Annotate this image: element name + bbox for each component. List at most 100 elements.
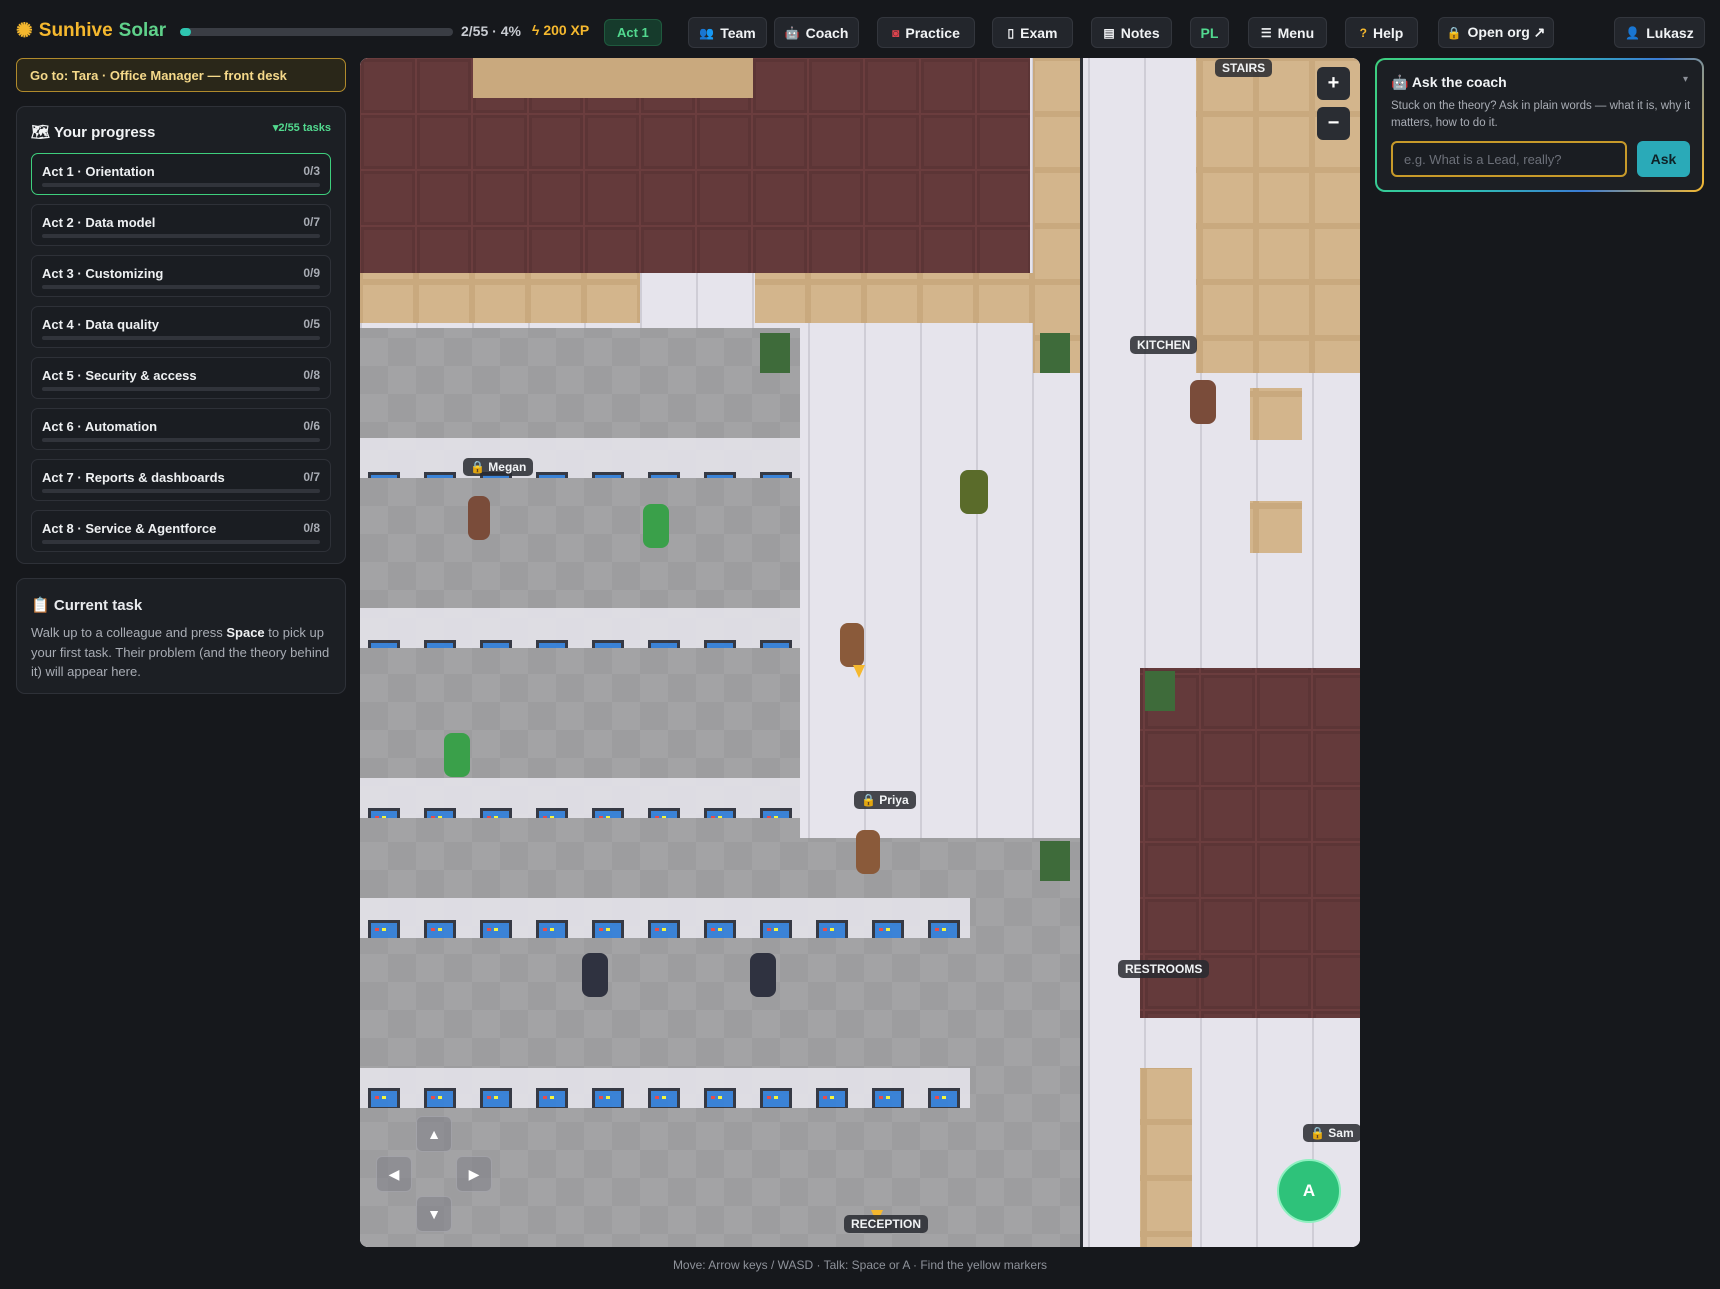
language-button[interactable]: PL — [1190, 17, 1229, 48]
room-label-kitchen: KITCHEN — [1130, 336, 1198, 354]
coach-title: 🤖 Ask the coach — [1391, 74, 1507, 91]
coach-question-input[interactable] — [1391, 141, 1627, 177]
dpad-up-button[interactable]: ▲ — [416, 1116, 452, 1152]
exam-button[interactable]: ▯ Exam — [992, 17, 1073, 48]
person-icon: 👤 — [1625, 25, 1641, 40]
open-org-button[interactable]: 🔒 Open org ↗ — [1438, 17, 1554, 48]
npc-label-priya[interactable]: 🔒 Priya — [854, 791, 916, 809]
brand-name: Sunhive — [38, 19, 113, 41]
lock-icon: 🔒 — [1446, 25, 1462, 40]
coach-panel: 🤖 Ask the coach ▾ Stuck on the theory? A… — [1375, 58, 1704, 192]
act-progress-bar — [42, 438, 320, 442]
current-task-panel: 📋 Current task Walk up to a colleague an… — [16, 578, 346, 694]
npc-name: Priya — [879, 793, 909, 807]
xp-counter: ϟ 200 XP — [532, 22, 589, 38]
game-map[interactable]: STAIRS KITCHEN RESTROOMS RECEPTION 🔒 Meg… — [360, 58, 1360, 1247]
sun-icon: ✺ — [16, 20, 33, 42]
open-org-label: Open org ↗ — [1467, 24, 1546, 40]
act-item[interactable]: Act 8 · Service & Agentforce 0/8 — [31, 510, 331, 552]
user-label: Lukasz — [1646, 24, 1694, 41]
top-bar: ✺ Sunhive Solar 2/55 · 4% ϟ 200 XP Act 1… — [0, 0, 1720, 56]
act-item[interactable]: Act 4 · Data quality 0/5 — [31, 306, 331, 348]
act-count: 0/5 — [303, 317, 320, 331]
progress-title-text: Your progress — [53, 124, 156, 141]
progress-summary-text: 2/55 tasks — [278, 122, 331, 134]
act-progress-bar — [42, 285, 320, 289]
goto-banner: Go to: Tara · Office Manager — front des… — [16, 58, 346, 92]
zoom-in-button[interactable]: + — [1317, 67, 1350, 100]
act-count: 0/8 — [303, 521, 320, 535]
menu-button[interactable]: ☰ Menu — [1248, 17, 1327, 48]
exam-label: Exam — [1020, 24, 1058, 41]
act-count: 0/8 — [303, 368, 320, 382]
map-icon: 🗺 — [31, 124, 51, 141]
team-label: Team — [720, 24, 756, 41]
progress-summary: ▾2/55 tasks — [272, 122, 331, 134]
task-text-a: Walk up to a colleague and press — [31, 625, 227, 640]
act-count: 0/9 — [303, 266, 320, 280]
robot-icon: 🤖 — [784, 25, 800, 40]
brand-subname: Solar — [118, 19, 167, 41]
menu-label: Menu — [1277, 24, 1315, 41]
help-button[interactable]: ? Help — [1345, 17, 1418, 48]
notepad-icon: ▤ — [1103, 25, 1115, 40]
act-label: Act 6 · Automation — [42, 419, 158, 434]
coach-title-text: Ask the coach — [1411, 74, 1507, 90]
act-progress-bar — [42, 234, 320, 238]
room-label-stairs: STAIRS — [1215, 59, 1273, 77]
team-button[interactable]: 👥 Team — [688, 17, 767, 48]
act-badge: Act 1 — [604, 19, 662, 46]
dpad-right-button[interactable]: ▶ — [456, 1156, 492, 1192]
progress-text: 2/55 · 4% — [461, 23, 521, 39]
practice-button[interactable]: ◙ Practice — [877, 17, 975, 48]
question-icon: ? — [1359, 25, 1367, 40]
act-item[interactable]: Act 5 · Security & access 0/8 — [31, 357, 331, 399]
dpad-down-button[interactable]: ▼ — [416, 1196, 452, 1232]
act-count: 0/3 — [303, 164, 320, 178]
controls-hint: Move: Arrow keys / WASD · Talk: Space or… — [672, 1258, 1048, 1272]
user-button[interactable]: 👤 Lukasz — [1614, 17, 1705, 48]
act-count: 0/6 — [303, 419, 320, 433]
act-label: Act 4 · Data quality — [42, 317, 160, 332]
act-label: Act 3 · Customizing — [42, 266, 164, 281]
progress-title: 🗺 Your progress — [31, 123, 155, 141]
act-label: Act 2 · Data model — [42, 215, 156, 230]
notes-label: Notes — [1120, 24, 1160, 41]
progress-fill — [180, 28, 191, 36]
coach-label: Coach — [805, 24, 849, 41]
act-progress-bar — [42, 183, 320, 187]
act-count: 0/7 — [303, 470, 320, 484]
lock-icon: 🔒 — [861, 793, 876, 807]
overall-progress-bar — [180, 28, 453, 36]
clipboard-icon: 📋 — [31, 597, 50, 614]
npc-label-sam[interactable]: 🔒 Sam — [1303, 1124, 1360, 1142]
npc-name: Sam — [1328, 1126, 1354, 1140]
act-progress-bar — [42, 387, 320, 391]
action-button[interactable]: A — [1277, 1159, 1341, 1223]
zoom-out-button[interactable]: − — [1317, 107, 1350, 140]
coach-button[interactable]: 🤖 Coach — [774, 17, 859, 48]
act-progress-bar — [42, 540, 320, 544]
act-item[interactable]: Act 6 · Automation 0/6 — [31, 408, 331, 450]
notes-button[interactable]: ▤ Notes — [1091, 17, 1172, 48]
act-label: Act 8 · Service & Agentforce — [42, 521, 217, 536]
act-item[interactable]: Act 2 · Data model 0/7 — [31, 204, 331, 246]
robot-icon: 🤖 — [1391, 74, 1409, 90]
chevron-down-icon[interactable]: ▾ — [1683, 74, 1688, 85]
office-floor-svg — [360, 58, 1360, 1247]
current-task-text: Walk up to a colleague and press Space t… — [31, 623, 331, 682]
people-icon: 👥 — [699, 25, 715, 40]
task-key: Space — [226, 625, 265, 640]
document-icon: ▯ — [1007, 25, 1015, 40]
act-item[interactable]: Act 1 · Orientation 0/3 — [31, 153, 331, 195]
dpad-left-button[interactable]: ◀ — [376, 1156, 412, 1192]
npc-label-megan[interactable]: 🔒 Megan — [463, 458, 534, 476]
act-progress-bar — [42, 336, 320, 340]
act-count: 0/7 — [303, 215, 320, 229]
act-item[interactable]: Act 3 · Customizing 0/9 — [31, 255, 331, 297]
act-item[interactable]: Act 7 · Reports & dashboards 0/7 — [31, 459, 331, 501]
coach-description: Stuck on the theory? Ask in plain words … — [1391, 100, 1691, 129]
ask-button[interactable]: Ask — [1637, 141, 1690, 177]
coach-panel-inner: 🤖 Ask the coach ▾ Stuck on the theory? A… — [1377, 60, 1702, 190]
act-label: Act 1 · Orientation — [42, 164, 155, 179]
